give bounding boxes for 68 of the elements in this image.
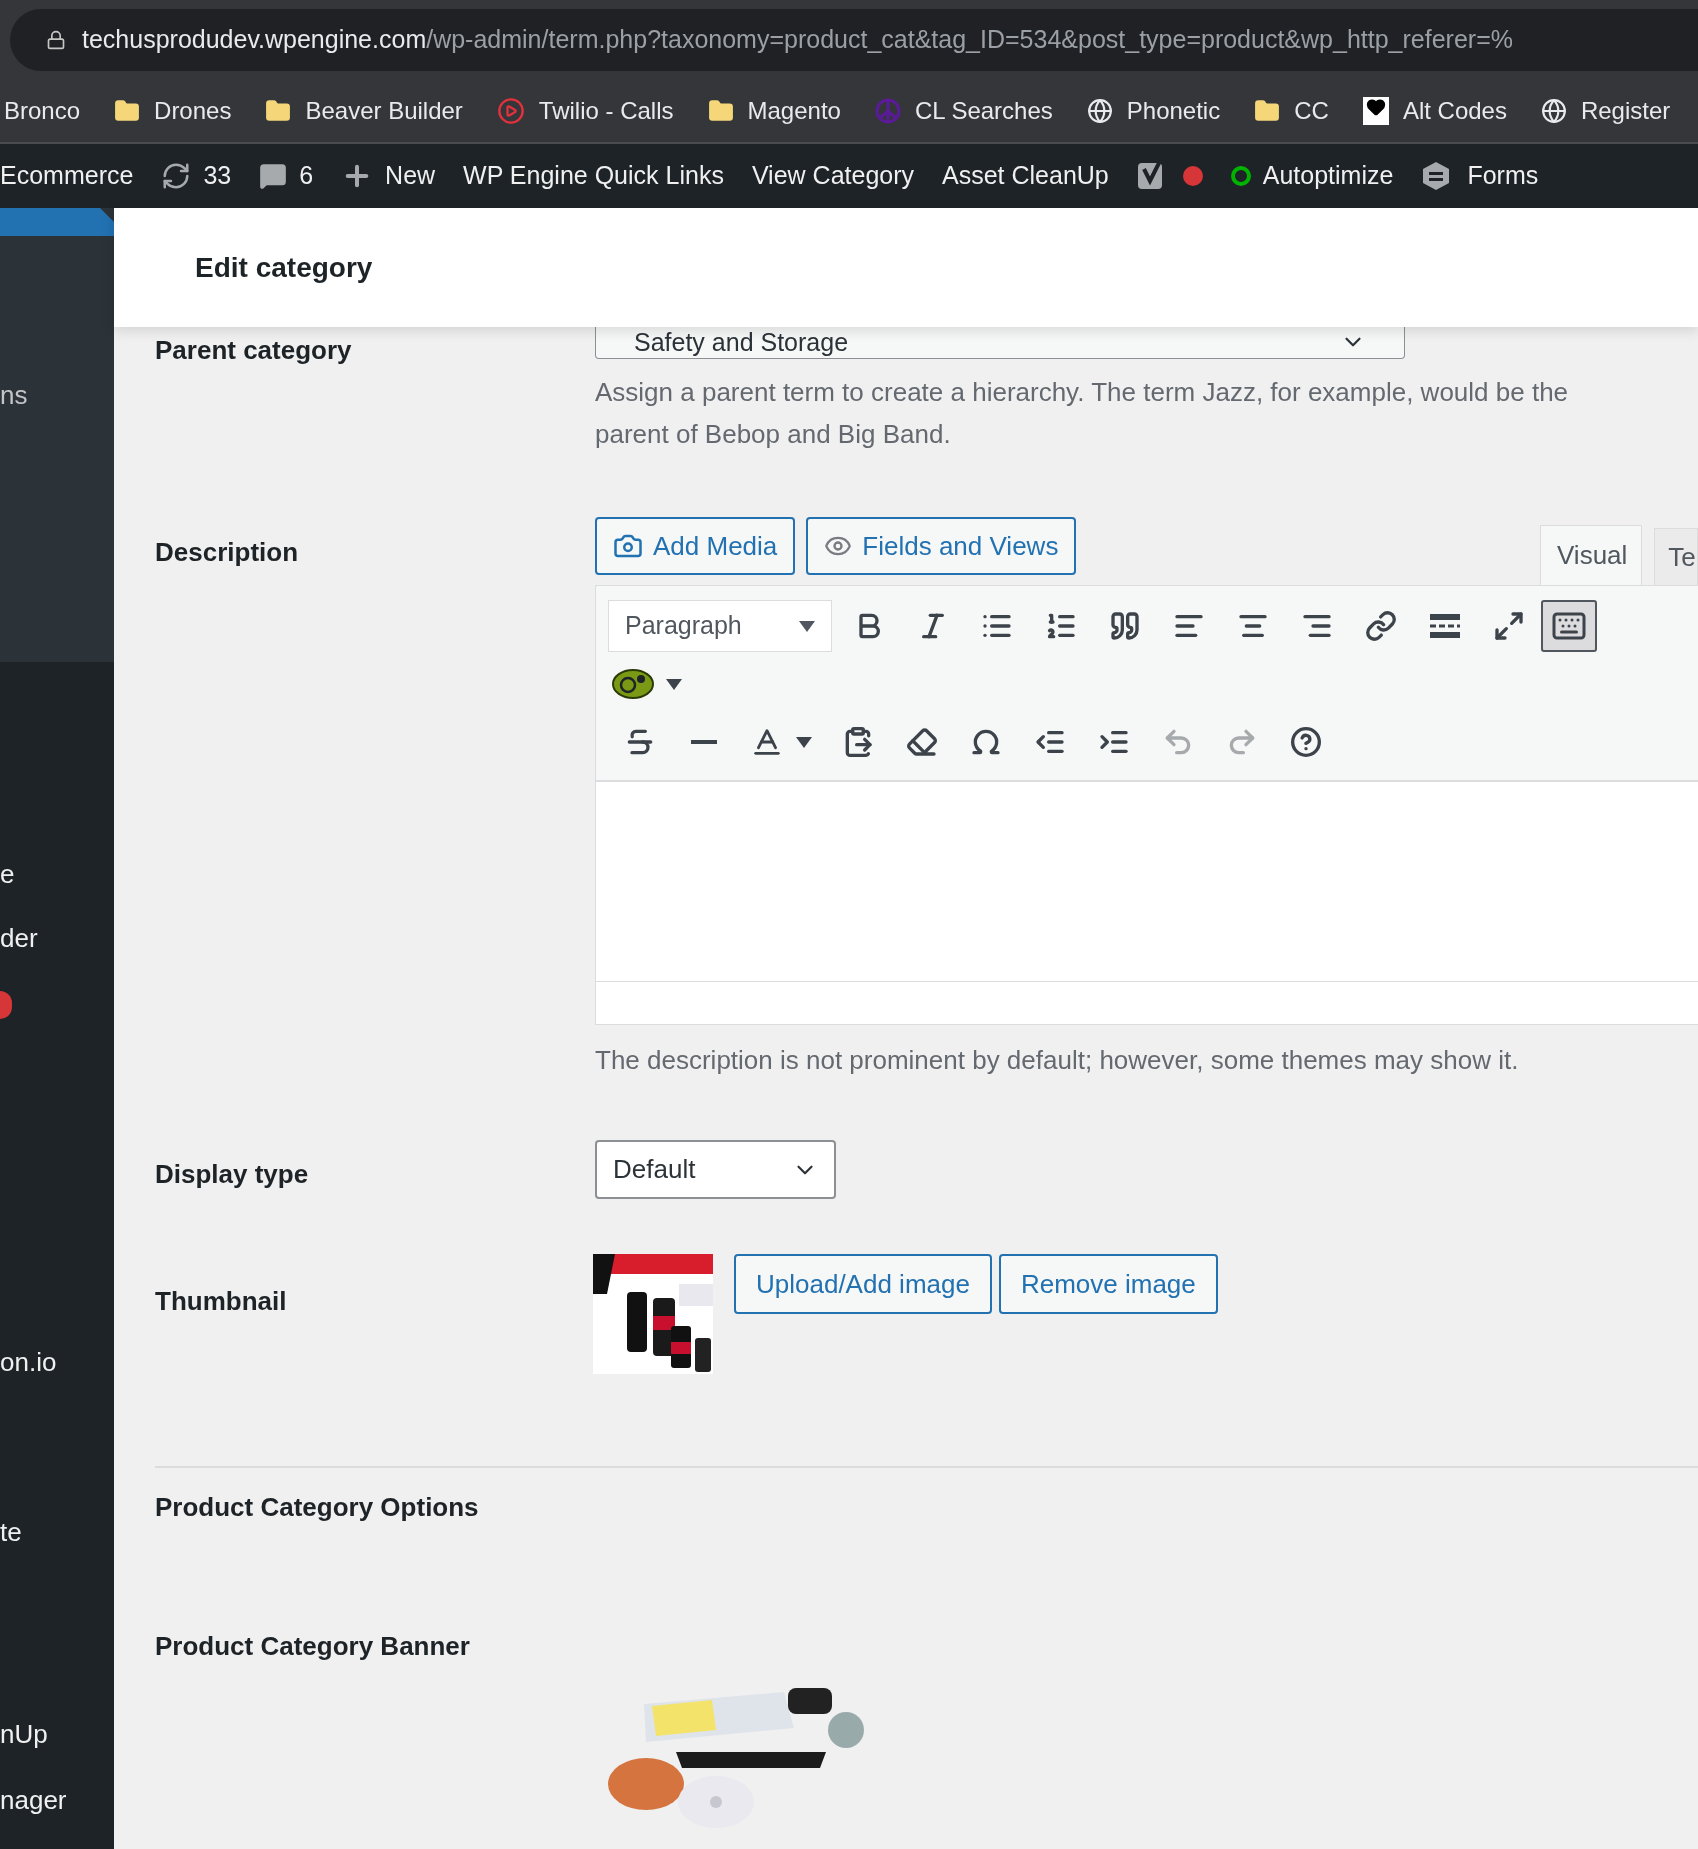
folder-icon — [265, 98, 292, 124]
admin-bar-link[interactable]: Autoptimize — [1262, 157, 1394, 195]
quote-icon — [1109, 610, 1141, 642]
forms-icon — [1421, 161, 1452, 191]
field-label: Product Category Banner — [155, 1631, 470, 1661]
format-select[interactable]: Paragraph — [608, 600, 832, 652]
parent-category-select[interactable]: Safety and Storage — [595, 325, 1405, 359]
page-title: Edit category — [195, 250, 373, 285]
notification-bubble — [0, 991, 12, 1019]
section-title: Product Category Options — [155, 1491, 480, 1524]
bookmark[interactable]: Alt Codes — [1402, 93, 1507, 129]
bookmark[interactable]: Bronco — [4, 93, 81, 129]
bookmark[interactable]: CL Searches — [914, 93, 1053, 129]
clear-formatting-icon — [906, 726, 938, 758]
admin-bar-link[interactable]: Asset CleanUp — [942, 157, 1109, 195]
add-media-button[interactable]: Add Media — [595, 517, 796, 575]
field-label: Thumbnail — [155, 1286, 287, 1316]
sidebar-item[interactable]: te — [0, 1515, 114, 1549]
bookmark[interactable]: Register — [1580, 93, 1671, 129]
sidebar-item[interactable]: ns — [0, 378, 114, 412]
globe-icon — [1540, 98, 1567, 124]
bookmark[interactable]: Drones — [154, 93, 232, 129]
upload-image-button[interactable]: Upload/Add image — [734, 1254, 992, 1314]
peace-icon — [874, 98, 901, 124]
help-icon — [1290, 726, 1322, 758]
new-link[interactable]: New — [385, 157, 436, 195]
bookmark[interactable]: Magento — [747, 93, 841, 129]
link-icon — [1365, 610, 1397, 642]
admin-bar-link[interactable]: Ecommerce — [0, 157, 134, 195]
editor-tab[interactable]: Visual — [1540, 525, 1642, 585]
folder-icon — [707, 98, 734, 124]
sidebar-item[interactable]: nUp — [0, 1717, 114, 1751]
lock-icon — [46, 30, 66, 50]
toolbar-toggle-button[interactable] — [1541, 600, 1597, 652]
folder-icon — [114, 98, 141, 124]
caret-icon — [796, 736, 812, 748]
admin-bar-link[interactable]: WP Engine Quick Links — [463, 157, 724, 195]
remove-image-button[interactable]: Remove image — [998, 1254, 1218, 1314]
fullscreen-icon — [1493, 610, 1525, 642]
admin-bar-link[interactable]: Forms — [1467, 157, 1539, 195]
folder-icon — [1254, 98, 1281, 124]
field-label: Display type — [155, 1159, 309, 1189]
address-bar[interactable]: techusprodudev.wpengine.com/wp-admin/term.php?taxonomy=product_cat&tag_ID=534&post_type=product&wp_http_referer=% — [10, 9, 1698, 71]
field-label: Description — [155, 537, 299, 567]
comment-icon — [259, 162, 288, 190]
admin-bar-link[interactable]: View Category — [751, 157, 914, 195]
refresh-icon — [161, 161, 192, 191]
sidebar-item[interactable]: der — [0, 921, 114, 955]
bookmark[interactable]: Phonetic — [1126, 93, 1221, 129]
bookmark[interactable]: Twilio - Calls — [538, 93, 674, 129]
bookmark[interactable]: CC — [1294, 93, 1329, 129]
caret-icon — [799, 620, 815, 632]
caret-icon[interactable] — [666, 678, 682, 690]
globe-icon — [1086, 98, 1113, 124]
bookmark[interactable]: Beaver Builder — [305, 93, 463, 129]
fields-views-button[interactable]: Fields and Views — [806, 517, 1077, 575]
help-text: The description is not prominent by default; however, some themes may show it. — [595, 1044, 1520, 1077]
display-type-select[interactable]: Default — [595, 1140, 836, 1199]
sidebar-item[interactable]: e — [0, 857, 114, 891]
sidebar-item[interactable]: nager — [0, 1783, 114, 1817]
sidebar-item[interactable]: on.io — [0, 1345, 114, 1379]
comments-count[interactable]: 6 — [299, 157, 314, 195]
help-text: Assign a parent term to create a hierarchy. The term Jazz, for example, would be the parent of Bebop and Big Band. — [595, 376, 1570, 451]
updates-count[interactable]: 33 — [203, 157, 232, 195]
field-label: Parent category — [155, 335, 352, 365]
editor-tab[interactable]: Te — [1654, 528, 1698, 585]
url-text: techusprodudev.wpengine.com/wp-admin/term.php?taxonomy=product_cat&tag_ID=534&post_type=product&wp_http_referer=% — [82, 24, 1513, 56]
read-more-icon — [1430, 614, 1460, 638]
